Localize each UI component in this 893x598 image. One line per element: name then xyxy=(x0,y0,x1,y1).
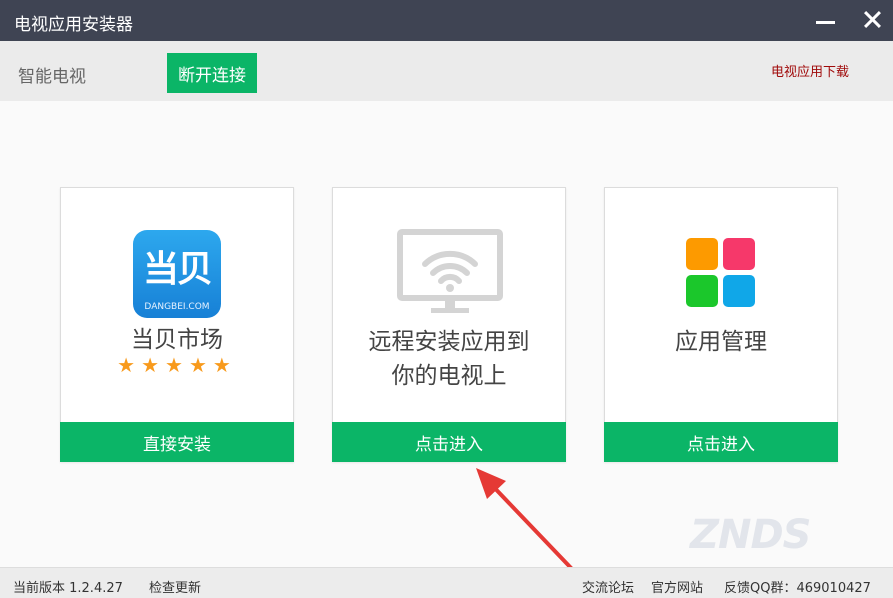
tile-orange xyxy=(686,238,718,270)
check-update-link[interactable]: 检查更新 xyxy=(149,577,201,596)
disconnect-button[interactable]: 断开连接 xyxy=(167,53,257,93)
app-management-enter-button[interactable]: 点击进入 xyxy=(604,422,838,462)
close-icon[interactable] xyxy=(858,6,888,34)
connection-toolbar: 智能电视 断开连接 电视应用下载 xyxy=(0,41,893,101)
status-bar: 当前版本 1.2.4.27 检查更新 交流论坛 官方网站 反馈QQ群：46901… xyxy=(0,567,893,598)
star-icon: ★ xyxy=(141,353,166,377)
app-grid-icon xyxy=(686,238,756,310)
feedback-qq-group: 反馈QQ群：469010427 xyxy=(724,581,871,596)
forum-link[interactable]: 交流论坛 xyxy=(582,577,634,596)
dangbei-logo: 当贝 DANGBEI.COM xyxy=(133,230,221,318)
tile-green xyxy=(686,275,718,307)
tv-app-download-link[interactable]: 电视应用下载 xyxy=(771,61,849,80)
logo-subtext: DANGBEI.COM xyxy=(144,302,210,312)
star-icon: ★ xyxy=(117,353,142,377)
annotation-arrow-icon xyxy=(476,468,574,571)
star-icon: ★ xyxy=(165,353,189,377)
card-title-line1: 远程安装应用到 xyxy=(368,329,530,355)
official-site-link[interactable]: 官方网站 xyxy=(651,577,703,596)
star-icon: ★ xyxy=(212,353,237,377)
main-content: 当贝 DANGBEI.COM 当贝市场 ★★★★★ 直接安装 远程安装应用到 你… xyxy=(0,101,893,567)
version-label: 当前版本 1.2.4.27 xyxy=(13,581,123,596)
dangbei-market-card: 当贝 DANGBEI.COM 当贝市场 ★★★★★ 直接安装 xyxy=(60,187,294,462)
tile-blue xyxy=(723,275,755,307)
star-icon: ★ xyxy=(188,353,213,377)
card-title: 当贝市场 xyxy=(131,327,223,353)
card-title-line2: 你的电视上 xyxy=(391,363,507,389)
tv-wifi-icon xyxy=(397,229,503,313)
window-title: 电视应用安装器 xyxy=(14,15,133,35)
rating-stars: ★★★★★ xyxy=(61,353,293,377)
title-bar: 电视应用安装器 xyxy=(0,0,893,41)
tile-pink xyxy=(723,238,755,270)
minimize-icon[interactable] xyxy=(810,6,840,34)
app-management-card: 应用管理 点击进入 xyxy=(604,187,838,462)
logo-text: 当贝 xyxy=(142,249,213,290)
card-title: 应用管理 xyxy=(675,329,767,355)
device-name: 智能电视 xyxy=(18,67,86,87)
remote-install-card: 远程安装应用到 你的电视上 点击进入 xyxy=(332,187,566,462)
direct-install-button[interactable]: 直接安装 xyxy=(60,422,294,462)
watermark: ZNDS xyxy=(690,512,811,558)
